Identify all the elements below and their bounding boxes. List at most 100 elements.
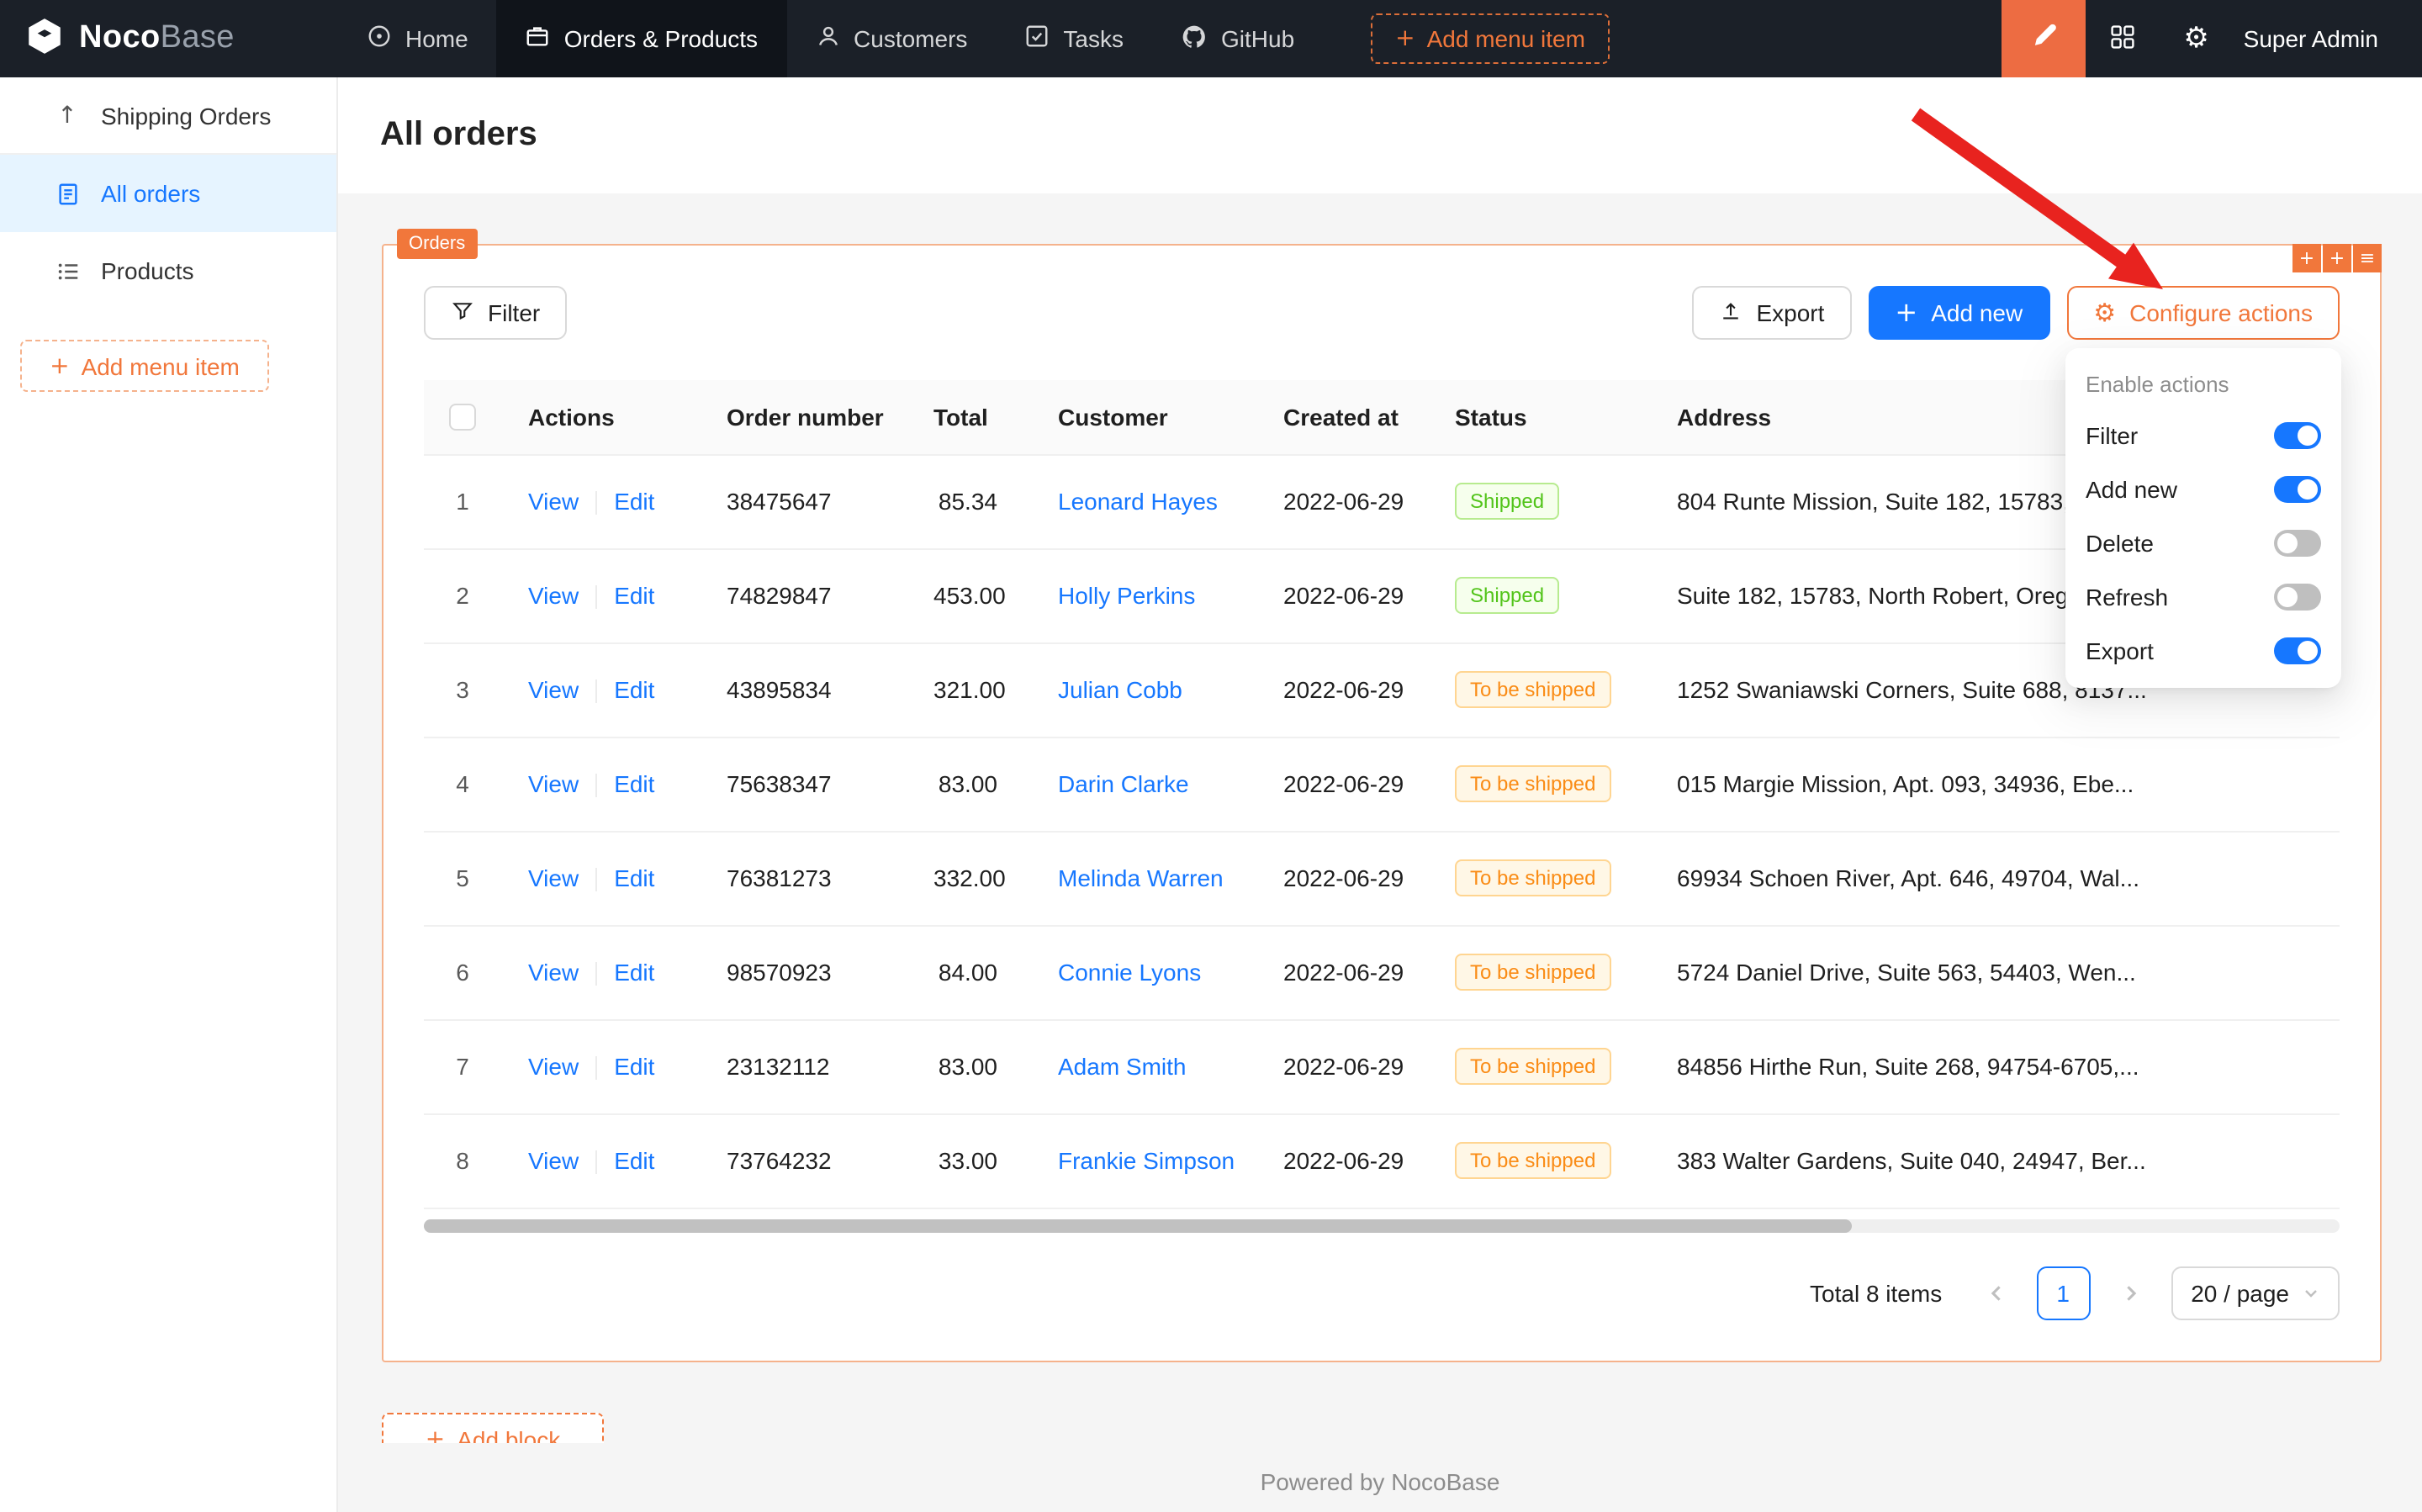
table-toolbar: Filter Export + Add new ⚙ Co — [424, 286, 2340, 340]
nocobase-logo[interactable]: NocoBase — [0, 15, 338, 62]
settings-button[interactable]: ⚙ — [2160, 0, 2234, 77]
enable-action-item[interactable]: Delete — [2065, 516, 2341, 570]
table-row: 7 ViewEdit 23132112 83.00 Adam Smith 202… — [424, 1019, 2340, 1113]
plus-icon: + — [426, 1425, 445, 1442]
customer-link[interactable]: Adam Smith — [1058, 1053, 1187, 1080]
view-link[interactable]: View — [528, 864, 579, 891]
enable-action-item[interactable]: Filter — [2065, 409, 2341, 463]
row-index: 2 — [424, 548, 501, 642]
logo-cube-icon — [24, 15, 66, 62]
status-badge: Shipped — [1455, 483, 1559, 520]
customer-link[interactable]: Darin Clarke — [1058, 770, 1189, 797]
sidebar-item-all-orders[interactable]: All orders — [0, 155, 336, 232]
total-cell: 33.00 — [907, 1113, 1031, 1208]
sidebar-item-shipping-orders[interactable]: ↑ Shipping Orders — [0, 77, 336, 155]
scrollbar-thumb[interactable] — [424, 1219, 1851, 1232]
view-link[interactable]: View — [528, 959, 579, 986]
view-link[interactable]: View — [528, 1147, 579, 1174]
divider — [595, 679, 597, 703]
customer-link[interactable]: Melinda Warren — [1058, 864, 1224, 891]
customer-link[interactable]: Julian Cobb — [1058, 676, 1182, 703]
sidebar-add-menu-item-button[interactable]: + Add menu item — [20, 340, 269, 392]
created-at-cell: 2022-06-29 — [1256, 642, 1428, 737]
edit-link[interactable]: Edit — [614, 864, 654, 891]
enable-action-item[interactable]: Add new — [2065, 463, 2341, 516]
plus-icon: + — [1895, 299, 1917, 326]
column-header-order-number: Order number — [700, 380, 907, 454]
edit-link[interactable]: Edit — [614, 959, 654, 986]
divider — [595, 1150, 597, 1174]
block-designer-toolbar: + + ≡ — [2292, 244, 2382, 272]
created-at-cell: 2022-06-29 — [1256, 831, 1428, 925]
edit-link[interactable]: Edit — [614, 676, 654, 703]
navbar-add-menu-item-button[interactable]: + Add menu item — [1370, 13, 1610, 64]
edit-link[interactable]: Edit — [614, 1053, 654, 1080]
pagination-page-1[interactable]: 1 — [2036, 1266, 2090, 1319]
export-button[interactable]: Export — [1692, 286, 1851, 340]
view-link[interactable]: View — [528, 1053, 579, 1080]
edit-link[interactable]: Edit — [614, 770, 654, 797]
switch-knob — [2298, 479, 2318, 500]
toggle-switch[interactable] — [2274, 476, 2321, 503]
nav-item-tasks[interactable]: Tasks — [996, 0, 1152, 77]
customer-link[interactable]: Leonard Hayes — [1058, 488, 1218, 515]
add-block-button[interactable]: + Add block — [382, 1412, 604, 1442]
view-link[interactable]: View — [528, 488, 579, 515]
order-number-cell: 76381273 — [700, 831, 907, 925]
customer-link[interactable]: Connie Lyons — [1058, 959, 1201, 986]
grid-icon — [2109, 23, 2136, 55]
status-badge: To be shipped — [1455, 859, 1610, 896]
gear-icon: ⚙ — [2093, 300, 2116, 325]
toggle-switch[interactable] — [2274, 530, 2321, 557]
address-cell: 5724 Daniel Drive, Suite 563, 54403, Wen… — [1650, 925, 2340, 1019]
filter-button[interactable]: Filter — [424, 286, 567, 340]
horizontal-scrollbar[interactable] — [424, 1219, 2340, 1232]
orders-table: Actions Order number Total Customer Crea… — [424, 380, 2340, 1232]
block-drag-icon[interactable]: + — [2292, 244, 2321, 272]
content-area: Orders + + ≡ Filter Export — [338, 193, 2422, 1512]
nav-item-customers[interactable]: Customers — [786, 0, 996, 77]
block-menu-icon[interactable]: ≡ — [2353, 244, 2382, 272]
toggle-switch[interactable] — [2274, 422, 2321, 449]
toggle-switch[interactable] — [2274, 637, 2321, 664]
customer-link[interactable]: Frankie Simpson — [1058, 1147, 1235, 1174]
nav-item-orders-products[interactable]: Orders & Products — [497, 0, 786, 77]
table-row: 1 ViewEdit 38475647 85.34 Leonard Hayes … — [424, 454, 2340, 548]
column-header-customer: Customer — [1031, 380, 1256, 454]
sidebar-item-products[interactable]: Products — [0, 232, 336, 309]
page-header: All orders — [338, 77, 2422, 193]
user-menu[interactable]: Super Admin — [2234, 25, 2422, 52]
created-at-cell: 2022-06-29 — [1256, 454, 1428, 548]
nav-item-home[interactable]: Home — [338, 0, 497, 77]
enable-action-item[interactable]: Refresh — [2065, 570, 2341, 624]
address-cell: 84856 Hirthe Run, Suite 268, 94754-6705,… — [1650, 1019, 2340, 1113]
total-cell: 84.00 — [907, 925, 1031, 1019]
column-header-status: Status — [1428, 380, 1650, 454]
enable-action-label: Export — [2086, 637, 2154, 664]
pagination-prev-button[interactable] — [1969, 1266, 2023, 1319]
select-all-checkbox[interactable] — [449, 404, 476, 431]
edit-link[interactable]: Edit — [614, 488, 654, 515]
add-new-button[interactable]: + Add new — [1868, 286, 2049, 340]
address-cell: 015 Margie Mission, Apt. 093, 34936, Ebe… — [1650, 737, 2340, 831]
customer-link[interactable]: Holly Perkins — [1058, 582, 1195, 609]
edit-link[interactable]: Edit — [614, 1147, 654, 1174]
page-size-select[interactable]: 20 / page — [2171, 1266, 2340, 1319]
user-icon — [815, 24, 840, 54]
pagination-next-button[interactable] — [2103, 1266, 2157, 1319]
toggle-switch[interactable] — [2274, 584, 2321, 611]
order-number-cell: 43895834 — [700, 642, 907, 737]
view-link[interactable]: View — [528, 582, 579, 609]
enable-actions-dropdown: Enable actions Filter Add new Delete Ref… — [2065, 348, 2341, 688]
ui-editor-toggle-button[interactable] — [2002, 0, 2086, 77]
view-link[interactable]: View — [528, 676, 579, 703]
view-link[interactable]: View — [528, 770, 579, 797]
block-add-icon[interactable]: + — [2323, 244, 2351, 272]
nav-item-github[interactable]: GitHub — [1152, 0, 1323, 77]
plugins-grid-button[interactable] — [2086, 0, 2160, 77]
enable-action-item[interactable]: Export — [2065, 624, 2341, 678]
configure-actions-button[interactable]: ⚙ Configure actions — [2066, 286, 2340, 340]
table-row: 5 ViewEdit 76381273 332.00 Melinda Warre… — [424, 831, 2340, 925]
enable-action-label: Delete — [2086, 530, 2154, 557]
edit-link[interactable]: Edit — [614, 582, 654, 609]
